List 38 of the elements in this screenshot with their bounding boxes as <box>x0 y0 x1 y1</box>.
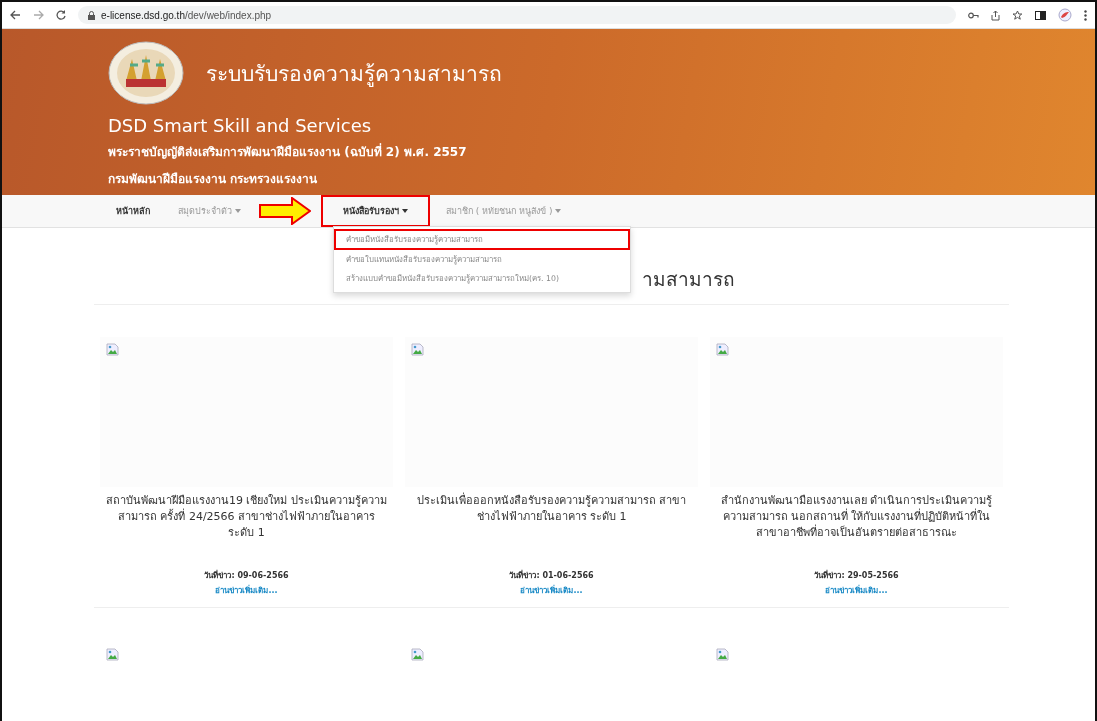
lock-icon <box>88 10 95 20</box>
news-date: วันที่ข่าว: 29-05-2566 <box>814 569 899 582</box>
caret-icon <box>235 209 241 213</box>
nav-link[interactable]: หนังสือรับรองฯ <box>321 195 430 227</box>
broken-image-icon <box>106 648 119 661</box>
key-icon[interactable] <box>968 11 979 19</box>
broken-image-icon <box>716 343 729 356</box>
broken-image-icon <box>411 343 424 356</box>
department-name: กรมพัฒนาฝีมือแรงงาน กระทรวงแรงงาน <box>108 171 319 188</box>
reload-icon[interactable] <box>56 10 66 20</box>
pointer-arrow <box>259 197 311 225</box>
news-date: วันที่ข่าว: 01-06-2566 <box>509 569 594 582</box>
read-more-link[interactable]: อ่านข่าวเพิ่มเติม... <box>520 584 583 597</box>
nav-link[interactable]: หน้าหลัก <box>104 195 162 227</box>
extension-icon[interactable] <box>1058 8 1072 22</box>
share-icon[interactable] <box>991 9 1000 21</box>
broken-image-icon <box>411 648 424 661</box>
back-icon[interactable] <box>10 10 21 20</box>
read-more-link[interactable]: อ่านข่าวเพิ่มเติม... <box>215 584 278 597</box>
read-more-link[interactable]: อ่านข่าวเพิ่มเติม... <box>825 584 888 597</box>
star-icon[interactable] <box>1012 9 1023 21</box>
act-title: พระราชบัญญัติส่งเสริมการพัฒนาฝีมือแรงงาน (ฉบับที่ 2) พ.ศ. 2557 <box>108 142 468 161</box>
caret-icon <box>402 209 408 213</box>
sidebar-icon[interactable] <box>1035 10 1046 20</box>
broken-image-icon <box>106 343 119 356</box>
broken-image-icon <box>716 648 729 661</box>
nav-link[interactable]: สมุดประจำตัว <box>166 195 253 227</box>
site-subtitle: DSD Smart Skill and Services <box>108 115 373 136</box>
news-date: วันที่ข่าว: 09-06-2566 <box>204 569 289 582</box>
url-text: e-license.dsd.go.th/dev/web/index.php <box>101 9 272 21</box>
address-bar[interactable]: e-license.dsd.go.th/dev/web/index.php <box>78 6 956 24</box>
more-icon[interactable] <box>1084 9 1087 21</box>
news-title: สถาบันพัฒนาฝีมือแรงงาน19 เชียงใหม่ ประเมินความรู้ความสามารถ ครั้งที่ 24/2566 สาขาช่างไฟฟ้าภายในอาคาร ระดับ 1 <box>105 493 388 541</box>
nav-link[interactable]: สมาชิก ( หทัยชนก หนูสังข์ ) <box>434 195 574 227</box>
site-title: ระบบรับรองความรู้ความสามารถ <box>206 60 502 89</box>
news-title: ประเมินเพื่อออกหนังสือรับรองความรู้ความสามารถ สาขาช่างไฟฟ้าภายในอาคาร ระดับ 1 <box>415 493 688 525</box>
news-title: สำนักงานพัฒนามือแรงงานเลย ดำเนินการประเมินความรู้ความสามารถ นอกสถานที่ ให้กับแรงงานที่ปฏิบัติหน้าที่ในสาขาอาชีพที่อาจเป็นอันตรายต่อสาธารณะ <box>719 493 994 541</box>
caret-icon <box>555 209 562 213</box>
